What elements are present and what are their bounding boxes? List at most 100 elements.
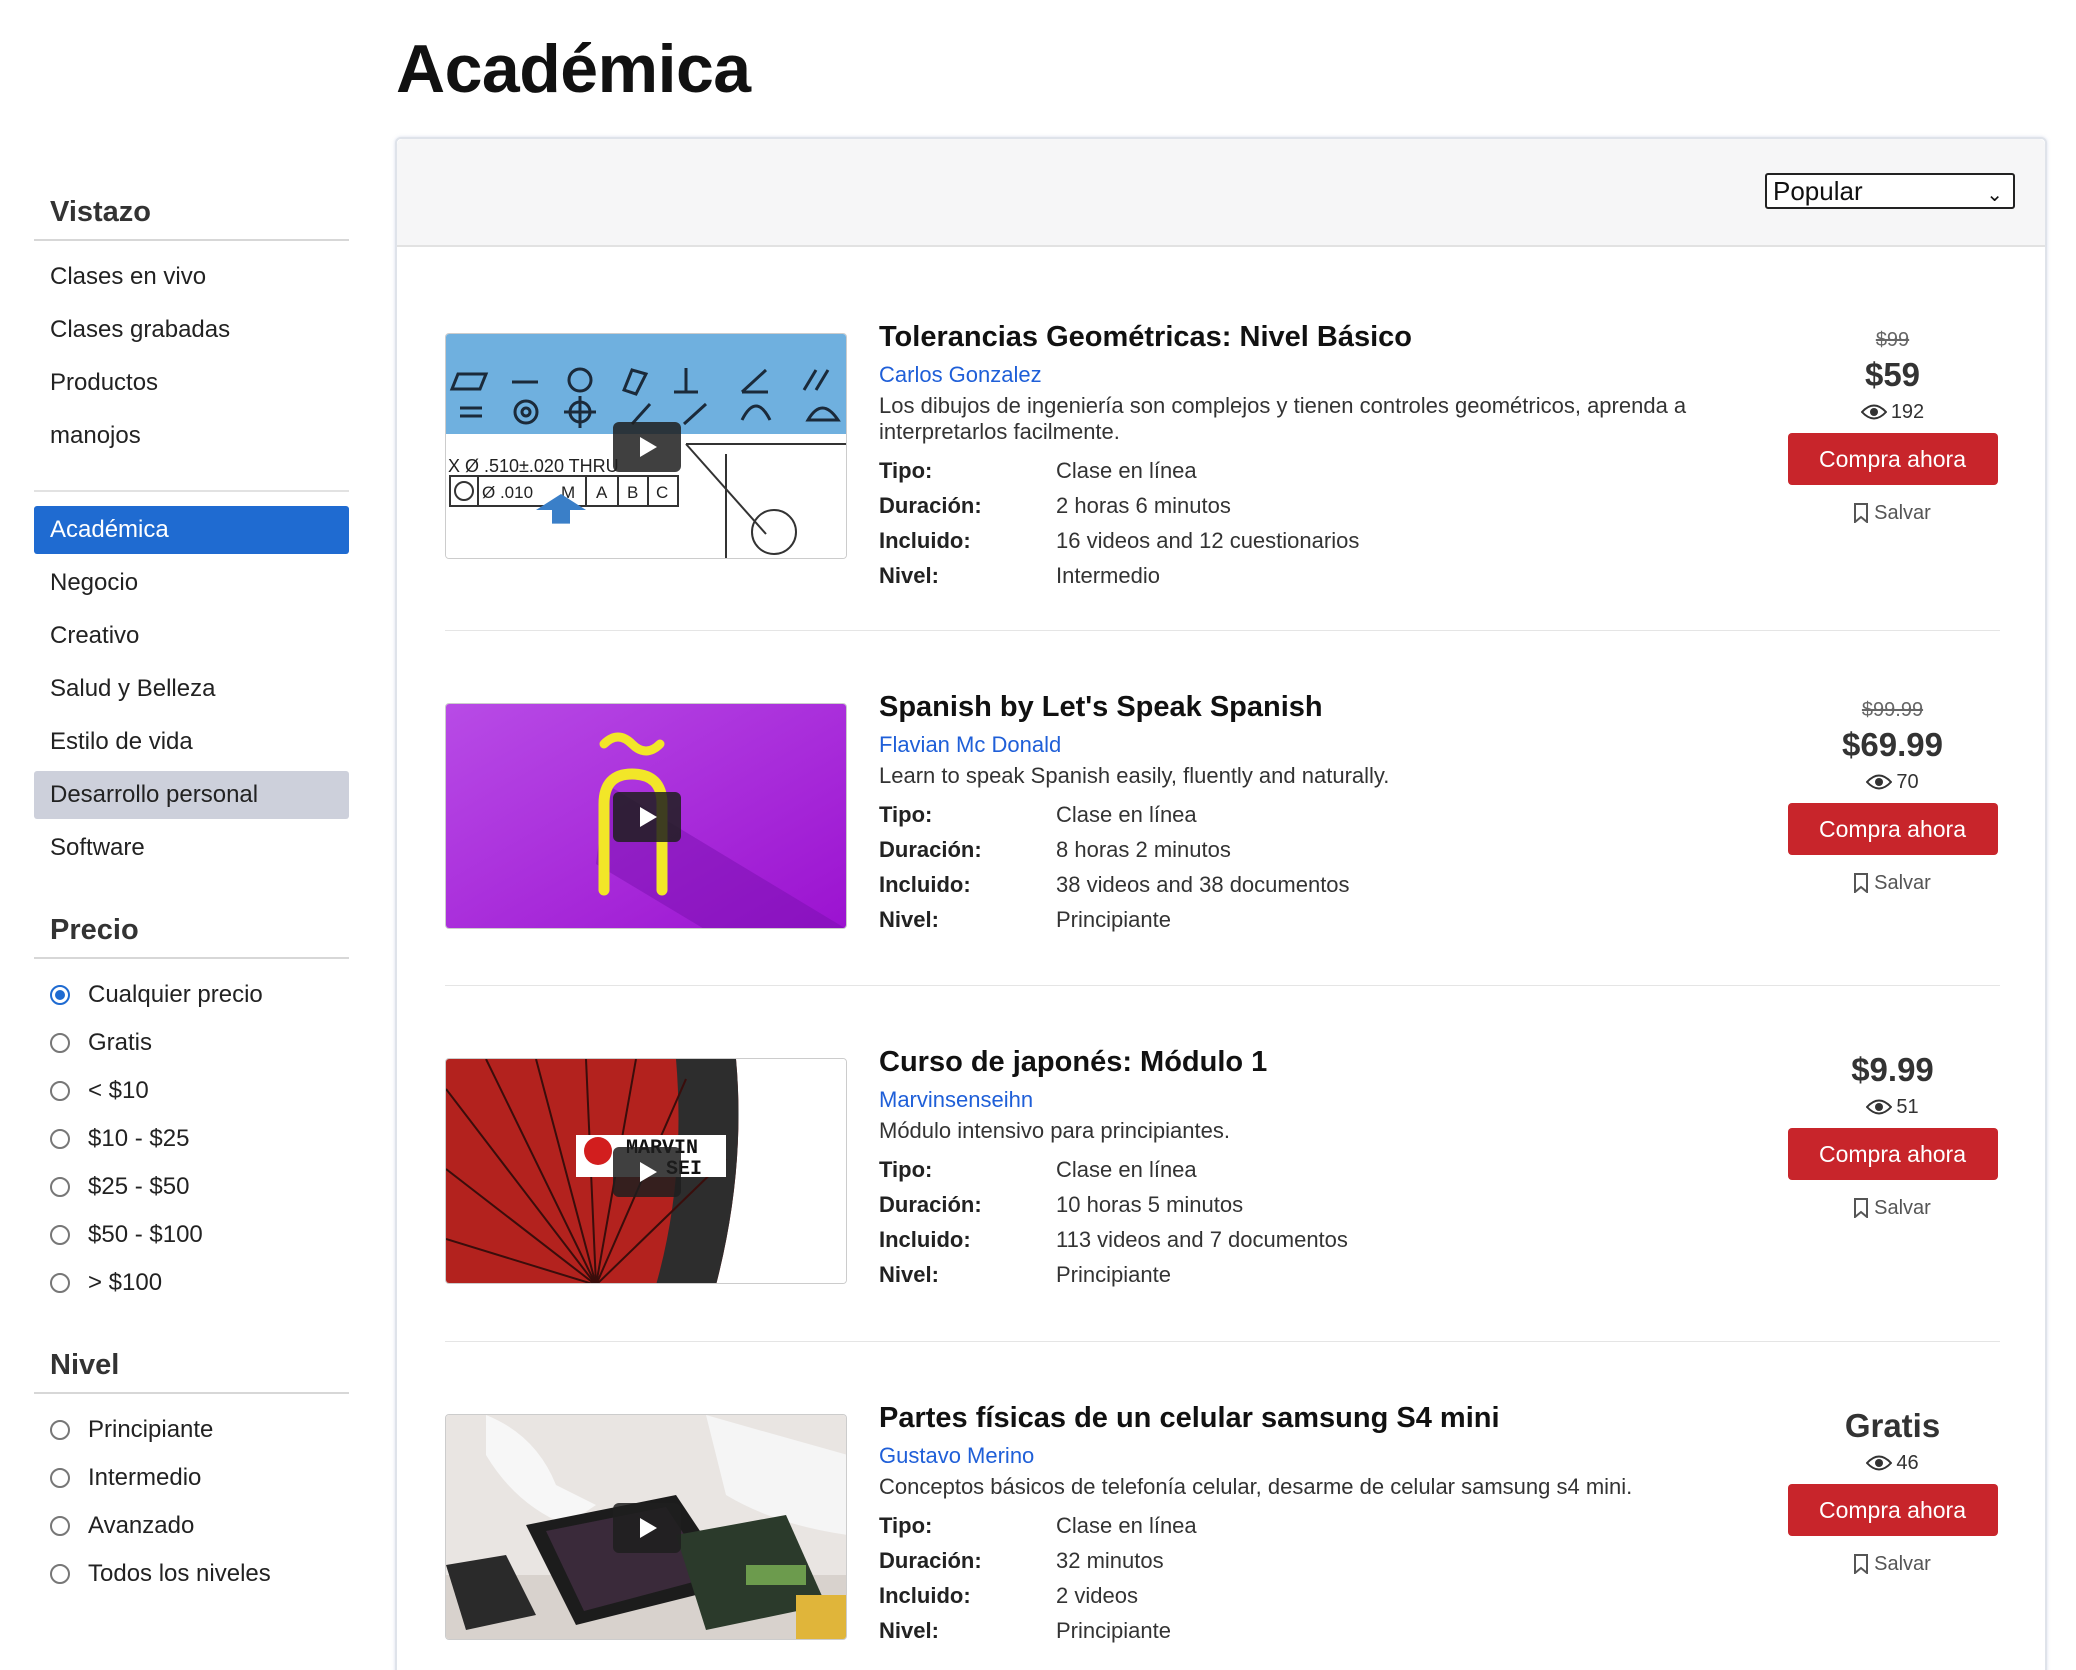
sidebar-item-recorded-classes[interactable]: Clases grabadas — [34, 306, 349, 354]
current-price: $9.99 — [1851, 1051, 1934, 1088]
course-specs: Tipo: Clase en línea Duración: 8 horas 2 m… — [879, 797, 1739, 937]
course-author-link[interactable]: Flavian Mc Donald — [879, 729, 1739, 761]
spec-value: 8 horas 2 minutos — [1056, 837, 1231, 862]
spec-label: Nivel: — [879, 1618, 939, 1643]
spec-value: Clase en línea — [1056, 1157, 1197, 1182]
sidebar-item-software[interactable]: Software — [34, 824, 349, 872]
price-option-10-25[interactable]: $10 - $25 — [34, 1115, 349, 1163]
price-option-50-100[interactable]: $50 - $100 — [34, 1211, 349, 1259]
radio-button[interactable] — [50, 1129, 70, 1149]
sort-select[interactable]: Popular ⌄ — [1765, 173, 2015, 209]
spec-label: Duración: — [879, 493, 982, 518]
play-icon[interactable] — [613, 422, 681, 472]
bookmark-icon — [1854, 1198, 1869, 1218]
radio-button[interactable] — [50, 1468, 70, 1488]
sidebar-item-desarrollo-personal[interactable]: Desarrollo personal — [34, 771, 349, 819]
play-icon[interactable] — [613, 792, 681, 842]
price-option-free[interactable]: Gratis — [34, 1019, 349, 1067]
radio-button[interactable] — [50, 1033, 70, 1053]
course-thumbnail[interactable] — [445, 703, 847, 929]
spec-label: Nivel: — [879, 563, 939, 588]
course-description: Learn to speak Spanish easily, fluently … — [879, 763, 1390, 788]
radio-button[interactable] — [50, 1420, 70, 1440]
course-author-link[interactable]: Marvinsenseihn — [879, 1084, 1739, 1116]
sidebar-item-bundles[interactable]: manojos — [34, 412, 349, 460]
sidebar-item-live-classes[interactable]: Clases en vivo — [34, 253, 349, 301]
save-label: Salvar — [1874, 502, 1931, 524]
course-title[interactable]: Tolerancias Geométricas: Nivel Básico — [879, 317, 1739, 357]
course-card: Spanish by Let's Speak Spanish Flavian M… — [445, 627, 2000, 983]
radio-button[interactable] — [50, 1273, 70, 1293]
price-option-under-10[interactable]: < $10 — [34, 1067, 349, 1115]
sidebar: Vistazo Clases en vivo Clases grabadas P… — [34, 196, 349, 1598]
buy-now-button[interactable]: Compra ahora — [1787, 433, 1998, 485]
save-label: Salvar — [1874, 1553, 1931, 1575]
radio-button[interactable] — [50, 1564, 70, 1584]
radio-button[interactable] — [50, 1177, 70, 1197]
spec-value: Principiante — [1056, 1262, 1171, 1287]
buy-now-button[interactable]: Compra ahora — [1787, 1484, 1998, 1536]
level-option-all[interactable]: Todos los niveles — [34, 1550, 349, 1598]
level-option-intermediate[interactable]: Intermedio — [34, 1454, 349, 1502]
price-option-label: < $10 — [88, 1077, 149, 1104]
play-icon[interactable] — [613, 1147, 681, 1197]
save-button[interactable]: Salvar — [1785, 485, 2000, 541]
spec-value: 2 videos — [1056, 1583, 1138, 1608]
buy-now-button[interactable]: Compra ahora — [1787, 1128, 1998, 1180]
sidebar-item-academica[interactable]: Académica — [34, 506, 349, 554]
course-thumbnail[interactable]: MARVIN SEI — [445, 1058, 847, 1284]
level-option-advanced[interactable]: Avanzado — [34, 1502, 349, 1550]
course-title[interactable]: Curso de japonés: Módulo 1 — [879, 1042, 1739, 1082]
spec-value: 113 videos and 7 documentos — [1056, 1227, 1348, 1252]
price-option-25-50[interactable]: $25 - $50 — [34, 1163, 349, 1211]
save-button[interactable]: Salvar — [1785, 1180, 2000, 1236]
course-description: Los dibujos de ingeniería son complejos … — [879, 393, 1687, 444]
course-author-link[interactable]: Carlos Gonzalez — [879, 359, 1739, 391]
radio-button[interactable] — [50, 985, 70, 1005]
sidebar-item-creativo[interactable]: Creativo — [34, 612, 349, 660]
radio-button[interactable] — [50, 1225, 70, 1245]
spec-label: Incluido: — [879, 528, 971, 553]
course-list-panel: Popular ⌄ X Ø .510±.020 THRU Ø .010 M A … — [395, 137, 2047, 1670]
price-filter-title: Precio — [34, 914, 349, 959]
spec-value: Intermedio — [1056, 563, 1160, 588]
radio-button[interactable] — [50, 1081, 70, 1101]
eye-icon — [1866, 774, 1893, 790]
save-button[interactable]: Salvar — [1785, 1536, 2000, 1592]
bookmark-icon — [1854, 873, 1869, 893]
price-option-over-100[interactable]: > $100 — [34, 1259, 349, 1307]
price-option-any[interactable]: Cualquier precio — [34, 971, 349, 1019]
course-card: X Ø .510±.020 THRU Ø .010 M A B C Tolera… — [445, 257, 2000, 613]
course-specs: Tipo: Clase en línea Duración: 2 horas 6 m… — [879, 453, 1739, 593]
sidebar-item-salud-belleza[interactable]: Salud y Belleza — [34, 665, 349, 713]
course-author-link[interactable]: Gustavo Merino — [879, 1440, 1739, 1472]
level-option-label: Intermedio — [88, 1464, 202, 1491]
course-title[interactable]: Partes físicas de un celular samsung S4 … — [879, 1398, 1739, 1438]
view-count: 70 — [1785, 765, 2000, 799]
save-button[interactable]: Salvar — [1785, 855, 2000, 911]
course-title[interactable]: Spanish by Let's Speak Spanish — [879, 687, 1739, 727]
price-option-label: Cualquier precio — [88, 981, 263, 1008]
course-thumbnail[interactable]: X Ø .510±.020 THRU Ø .010 M A B C — [445, 333, 847, 559]
sidebar-item-products[interactable]: Productos — [34, 359, 349, 407]
page-title: Académica — [396, 31, 751, 107]
gdt-frame-cell: A — [596, 483, 608, 502]
save-label: Salvar — [1874, 1197, 1931, 1219]
play-icon[interactable] — [613, 1503, 681, 1553]
course-thumbnail[interactable] — [445, 1414, 847, 1640]
level-option-beginner[interactable]: Principiante — [34, 1406, 349, 1454]
course-info: Partes físicas de un celular samsung S4 … — [879, 1398, 1739, 1648]
view-count: 192 — [1785, 395, 2000, 429]
price-column: $9.99 51 Compra ahora Salvar — [1785, 1050, 2000, 1236]
price-option-label: $10 - $25 — [88, 1125, 190, 1152]
overview-title: Vistazo — [34, 196, 349, 241]
spec-label: Incluido: — [879, 872, 971, 897]
panel-header: Popular ⌄ — [397, 139, 2045, 247]
radio-button[interactable] — [50, 1516, 70, 1536]
sidebar-divider — [34, 490, 349, 492]
sidebar-item-negocio[interactable]: Negocio — [34, 559, 349, 607]
sidebar-item-estilo-vida[interactable]: Estilo de vida — [34, 718, 349, 766]
course-info: Spanish by Let's Speak Spanish Flavian M… — [879, 687, 1739, 937]
buy-now-button[interactable]: Compra ahora — [1787, 803, 1998, 855]
spec-label: Tipo: — [879, 458, 933, 483]
